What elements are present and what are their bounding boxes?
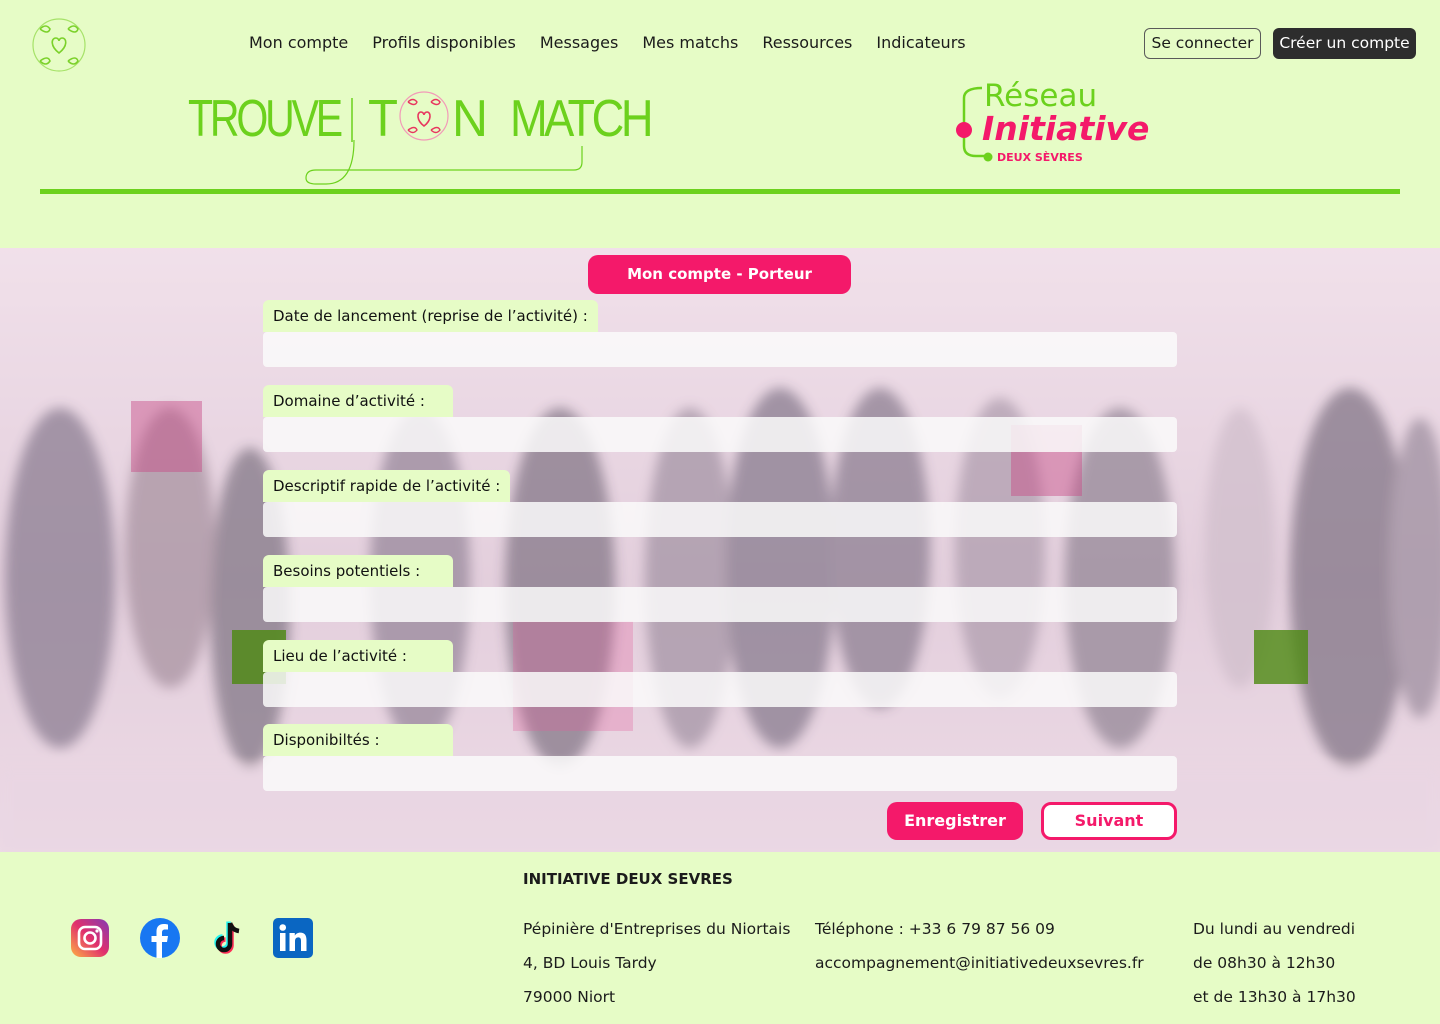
potential-needs-input[interactable] (263, 587, 1177, 622)
tiktok-icon[interactable] (207, 918, 247, 958)
trouve-ton-match-logo: TROUVE T N MATCH (188, 90, 654, 185)
launch-date-input[interactable] (263, 332, 1177, 367)
instagram-icon[interactable] (70, 918, 110, 958)
save-button[interactable]: Enregistrer (887, 802, 1023, 840)
potential-needs-label: Besoins potentiels : (263, 555, 453, 587)
signup-button[interactable]: Créer un compte (1273, 28, 1416, 59)
activity-domain-label: Domaine d’activité : (263, 385, 453, 417)
activity-description-input[interactable] (263, 502, 1177, 537)
footer-email[interactable]: accompagnement@initiativedeuxsevres.fr (815, 953, 1144, 973)
partner-logo-line3: DEUX SÈVRES (997, 151, 1083, 164)
footer-hours-line: Du lundi au vendredi (1193, 920, 1356, 938)
partner-logo-line2: Initiative (982, 109, 1149, 148)
header: Mon compte Profils disponibles Messages … (0, 0, 1440, 248)
next-button[interactable]: Suivant (1041, 802, 1177, 840)
header-divider (40, 189, 1400, 194)
nav-item-mon-compte[interactable]: Mon compte (249, 33, 348, 53)
footer-address-line: 4, BD Louis Tardy (523, 954, 657, 972)
activity-location-input[interactable] (263, 672, 1177, 707)
main-nav: Mon compte Profils disponibles Messages … (249, 33, 966, 53)
reseau-initiative-logo: Réseau Initiative DEUX SÈVRES (956, 78, 1149, 164)
nav-item-indicateurs[interactable]: Indicateurs (876, 33, 965, 53)
linkedin-icon[interactable] (273, 918, 313, 958)
main-content: Mon compte - Porteur Date de lancement (… (0, 248, 1440, 852)
footer-phone[interactable]: Téléphone : +33 6 79 87 56 09 (815, 919, 1055, 939)
activity-domain-input[interactable] (263, 417, 1177, 452)
nav-item-profils-disponibles[interactable]: Profils disponibles (372, 33, 516, 53)
activity-location-label: Lieu de l’activité : (263, 640, 453, 672)
brand-logo-word-2: T (368, 90, 398, 148)
page-title: Mon compte - Porteur (588, 255, 851, 294)
nav-item-ressources[interactable]: Ressources (762, 33, 852, 53)
footer: INITIATIVE DEUX SEVRES Pépinière d'Entre… (0, 852, 1440, 1024)
heart-o-icon (399, 91, 449, 141)
availability-label: Disponibiltés : (263, 724, 453, 756)
footer-hours-line: et de 13h30 à 17h30 (1193, 988, 1356, 1006)
footer-address-line: 79000 Niort (523, 988, 616, 1006)
launch-date-label: Date de lancement (reprise de l’activité… (263, 300, 598, 332)
brand-logo-word-4: MATCH (510, 90, 650, 148)
nav-item-mes-matchs[interactable]: Mes matchs (642, 33, 738, 53)
heart-logo-icon[interactable] (30, 17, 88, 73)
availability-input[interactable] (263, 756, 1177, 791)
footer-hours-line: de 08h30 à 12h30 (1193, 954, 1336, 972)
brand-logo-word-3: N (452, 90, 488, 148)
nav-item-messages[interactable]: Messages (540, 33, 618, 53)
activity-description-label: Descriptif rapide de l’activité : (263, 470, 511, 502)
footer-address-line: Pépinière d'Entreprises du Niortais (523, 920, 791, 938)
footer-org-name: INITIATIVE DEUX SEVRES (523, 870, 733, 888)
login-button[interactable]: Se connecter (1144, 28, 1261, 59)
facebook-icon[interactable] (140, 918, 180, 958)
brand-logo-word-1: TROUVE (188, 90, 342, 148)
